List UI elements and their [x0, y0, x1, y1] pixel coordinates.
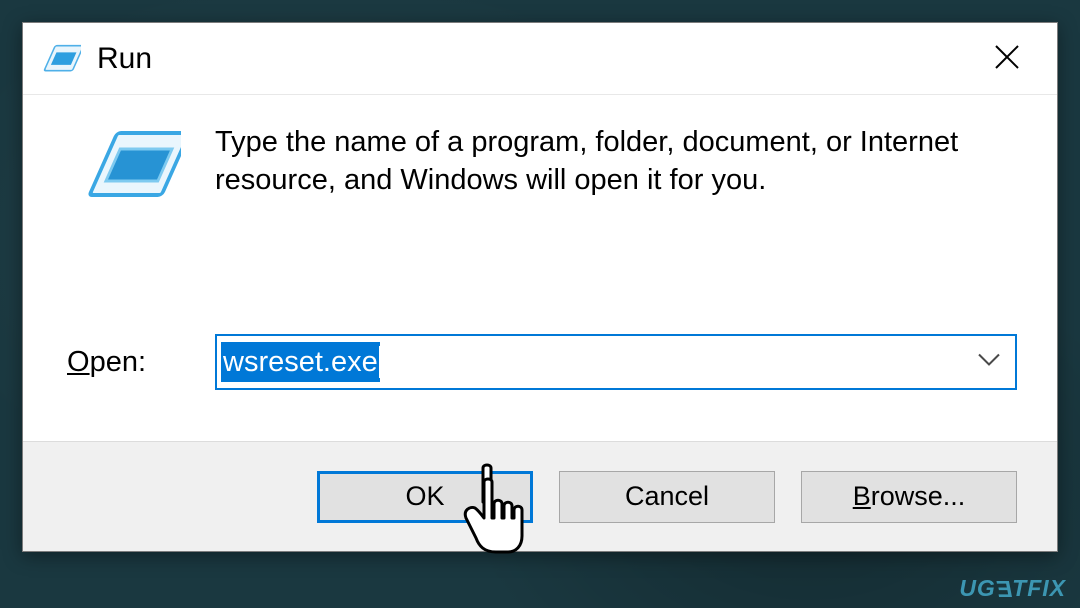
ok-button[interactable]: OK: [317, 471, 533, 523]
run-dialog: Run Type the name of a program, folder, …: [22, 22, 1058, 552]
close-button[interactable]: [957, 23, 1057, 95]
browse-button-label: Browse...: [853, 481, 966, 512]
run-icon-small: [41, 39, 81, 79]
chevron-down-icon[interactable]: [977, 353, 1001, 372]
titlebar: Run: [23, 23, 1057, 95]
close-icon: [993, 38, 1021, 80]
cancel-button-label: Cancel: [625, 481, 709, 512]
dialog-title: Run: [97, 42, 152, 76]
dialog-content: Type the name of a program, folder, docu…: [23, 95, 1057, 441]
instruction-text: Type the name of a program, folder, docu…: [215, 123, 1017, 200]
open-input-value[interactable]: wsreset.exe: [221, 342, 380, 382]
ok-button-label: OK: [405, 481, 444, 512]
browse-button[interactable]: Browse...: [801, 471, 1017, 523]
open-combobox[interactable]: wsreset.exe: [215, 334, 1017, 390]
dialog-footer: OK Cancel Browse...: [23, 441, 1057, 551]
cancel-button[interactable]: Cancel: [559, 471, 775, 523]
run-icon-large: [63, 123, 203, 205]
watermark: UGETFIX: [959, 575, 1066, 602]
open-label: Open:: [63, 346, 203, 379]
